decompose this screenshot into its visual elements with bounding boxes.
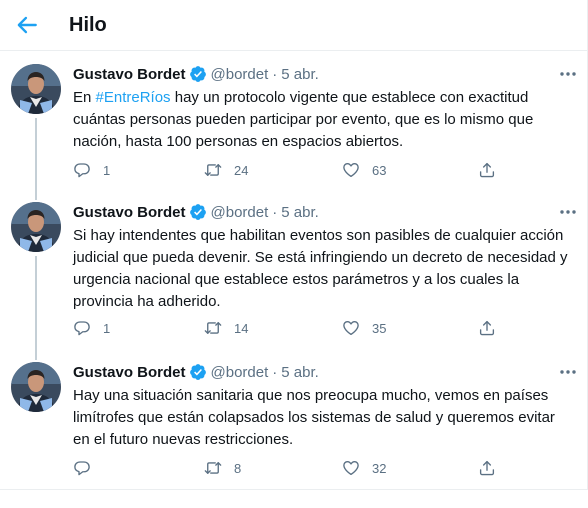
more-horizontal-icon[interactable] (558, 364, 578, 380)
retweet-icon (204, 459, 222, 477)
retweet-count: 8 (234, 460, 242, 476)
share-icon (478, 459, 496, 477)
heart-icon (342, 459, 360, 477)
tweet-header: Gustavo Bordet @bordet · 5 abr. (73, 202, 319, 222)
retweet-count: 24 (234, 162, 249, 178)
verified-badge-icon (189, 203, 207, 221)
tweet-date[interactable]: 5 abr. (281, 364, 319, 381)
separator: · (272, 65, 278, 83)
reply-icon (73, 459, 91, 477)
more-horizontal-icon[interactable] (558, 204, 578, 220)
like-button[interactable]: 32 (342, 458, 386, 478)
tweet-actions: 8 32 (73, 458, 503, 478)
verified-badge-icon (189, 363, 207, 381)
reply-button[interactable]: 1 (73, 160, 110, 180)
share-button[interactable] (478, 318, 496, 338)
hashtag-link[interactable]: #EntreRíos (96, 89, 171, 106)
separator: · (272, 363, 278, 381)
page-header: Hilo (0, 0, 588, 51)
tweet-actions: 1 14 35 (73, 318, 503, 338)
more-horizontal-icon[interactable] (558, 66, 578, 82)
author-handle[interactable]: @bordet (211, 66, 269, 83)
arrow-left-icon[interactable] (14, 12, 40, 38)
author-handle[interactable]: @bordet (211, 204, 269, 221)
avatar[interactable] (11, 362, 61, 412)
like-count: 63 (372, 162, 387, 178)
page-title: Hilo (69, 14, 107, 36)
reply-button[interactable]: 1 (73, 318, 110, 338)
share-icon (478, 161, 496, 179)
like-button[interactable]: 63 (342, 160, 386, 180)
separator: · (272, 203, 278, 221)
heart-icon (342, 161, 360, 179)
author-name[interactable]: Gustavo Bordet (73, 204, 186, 221)
tweet-actions: 1 24 63 (73, 160, 503, 180)
tweet-date[interactable]: 5 abr. (281, 66, 319, 83)
tweet-text: Si hay intendentes que habilitan eventos… (73, 227, 568, 310)
avatar[interactable] (11, 202, 61, 252)
like-count: 32 (372, 460, 387, 476)
author-handle[interactable]: @bordet (211, 364, 269, 381)
tweet-text: Hay una situación sanitaria que nos preo… (73, 387, 555, 448)
author-name[interactable]: Gustavo Bordet (73, 66, 186, 83)
retweet-icon (204, 161, 222, 179)
like-button[interactable]: 35 (342, 318, 386, 338)
tweet-text: En #EntreRíos hay un protocolo vigente q… (73, 87, 573, 153)
tweet-text-part: En (73, 89, 96, 106)
retweet-count: 14 (234, 320, 249, 336)
retweet-button[interactable]: 14 (204, 318, 248, 338)
reply-icon (73, 161, 91, 179)
retweet-button[interactable]: 24 (204, 160, 248, 180)
tweet-header: Gustavo Bordet @bordet · 5 abr. (73, 362, 319, 382)
tweet-date[interactable]: 5 abr. (281, 204, 319, 221)
thread-end-divider (0, 489, 588, 490)
reply-button[interactable] (73, 458, 103, 478)
like-count: 35 (372, 320, 387, 336)
retweet-icon (204, 319, 222, 337)
thread-line (35, 256, 37, 360)
tweet-header: Gustavo Bordet @bordet · 5 abr. (73, 64, 319, 84)
reply-count: 1 (103, 162, 111, 178)
author-name[interactable]: Gustavo Bordet (73, 364, 186, 381)
reply-icon (73, 319, 91, 337)
heart-icon (342, 319, 360, 337)
share-button[interactable] (478, 458, 496, 478)
retweet-button[interactable]: 8 (204, 458, 241, 478)
avatar[interactable] (11, 64, 61, 114)
reply-count: 1 (103, 320, 111, 336)
verified-badge-icon (189, 65, 207, 83)
thread-line (35, 118, 37, 200)
share-button[interactable] (478, 160, 496, 180)
share-icon (478, 319, 496, 337)
